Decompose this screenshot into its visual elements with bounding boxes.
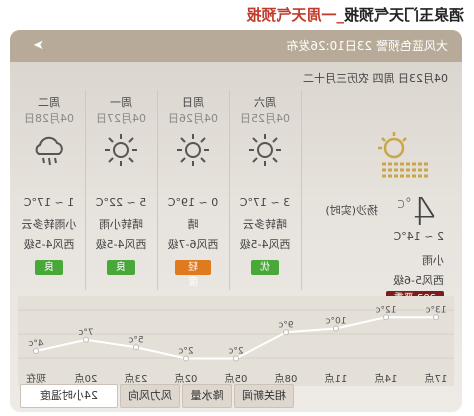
day-date: 04月25日 (240, 112, 290, 125)
tab-24h-temperature[interactable]: 24小时温度 (20, 384, 118, 408)
today-desc: 小雨 (422, 254, 444, 267)
temperature-point (433, 314, 439, 321)
temperature-point (33, 348, 39, 354)
weather-card: 大风蓝色预警 23日10:26发布 ➤ 04月23日 周四 农历三月十二 4°c… (10, 30, 462, 412)
forecast-day[interactable]: 周二 04月28日 1 ~ 17°C 小雨转多云 西风4-5级 良 (13, 90, 86, 290)
temperature-point (283, 329, 289, 336)
day-condition: 晴转小雨 (99, 218, 143, 231)
today-block: 4°c 扬沙(实时) 2 ~ 14°C 小雨 西风5-6级 393 严重 (300, 90, 458, 307)
day-date: 04月27日 (96, 112, 146, 125)
day-wind: 西风6-7级 (167, 238, 219, 251)
point-label: 12°c (376, 305, 397, 315)
tab-wind[interactable]: 风力风向 (120, 384, 180, 408)
point-label: 9°c (278, 320, 293, 330)
cloud-rain-icon (35, 136, 63, 166)
location-pin-icon: ➤ (33, 38, 44, 53)
day-range: 1 ~ 17°C (23, 196, 75, 209)
temperature-point (233, 355, 239, 362)
temperature-point (333, 325, 339, 332)
temperature-chart: 13°c 17点 12°c 14点 10°c 11点 9°c 08点 2°c 05点 2°c 02点 5… (18, 296, 454, 386)
current-temperature: 4°c (397, 190, 436, 234)
day-aqi-badge[interactable]: 轻度 (175, 260, 211, 288)
day-name: 周六 (254, 96, 276, 109)
headline-subtitle: _一周天气预报 (246, 6, 344, 24)
sun-icon (177, 134, 209, 166)
temperature-point (183, 355, 189, 362)
forecast-day[interactable]: 周六 04月25日 3 ~ 17°C 晴转多云 西风4-5级 优 (229, 90, 302, 290)
point-label: 4°c (28, 339, 43, 349)
day-name: 周日 (182, 96, 204, 109)
day-range: 0 ~ 19°C (167, 196, 219, 209)
day-aqi-badge[interactable]: 良 (107, 260, 135, 275)
temperature-point (383, 314, 389, 321)
temperature-point (133, 344, 139, 351)
headline-title: 酒泉玉门天气预报 (343, 6, 464, 24)
today-wind: 西风5-6级 (393, 274, 444, 287)
tab-news[interactable]: 相关新闻 (234, 384, 294, 408)
warning-bar[interactable]: 大风蓝色预警 23日10:26发布 ➤ (10, 30, 462, 62)
day-name: 周二 (38, 96, 60, 109)
current-condition: 扬沙(实时) (325, 204, 378, 217)
point-label: 2°c (228, 347, 243, 357)
day-aqi-badge[interactable]: 优 (251, 260, 279, 275)
point-label: 7°c (78, 328, 93, 338)
today-range: 2 ~ 14°C (393, 230, 444, 243)
day-name: 周一 (110, 96, 132, 109)
point-label: 2°c (178, 347, 193, 357)
current-temp-value: 4 (411, 190, 436, 234)
current-temp-unit: °c (397, 196, 412, 212)
page-headline: 酒泉玉门天气预报_一周天气预报 (0, 4, 464, 26)
forecast-day[interactable]: 周一 04月27日 5 ~ 22°C 晴转小雨 西风4-5级 良 (85, 90, 158, 290)
sun-icon (249, 134, 281, 166)
point-label: 5°c (128, 335, 143, 345)
tab-precipitation[interactable]: 降水量 (182, 384, 232, 408)
temperature-chart-svg: 13°c17点12°c14点10°c11点9°c08点2°c05点2°c02点5… (18, 305, 454, 385)
day-condition: 晴转多云 (243, 218, 287, 231)
chart-tabs: 相关新闻 降水量 风力风向 24小时温度 (18, 382, 454, 408)
point-label: 10°c (326, 317, 347, 327)
day-aqi-badge[interactable]: 良 (35, 260, 63, 275)
day-condition: 晴 (187, 218, 199, 231)
date-line: 04月23日 周四 农历三月十二 (303, 72, 448, 85)
temperature-point (83, 336, 89, 343)
day-wind: 西风4-5级 (23, 238, 75, 251)
sun-icon (105, 134, 137, 166)
day-range: 5 ~ 22°C (95, 196, 147, 209)
sun-haze-icon (378, 132, 428, 178)
day-wind: 西风4-5级 (95, 238, 147, 251)
day-date: 04月26日 (168, 112, 218, 125)
day-condition: 小雨转多云 (21, 218, 77, 231)
mirrored-weather-widget: 酒泉玉门天气预报_一周天气预报 大风蓝色预警 23日10:26发布 ➤ 04月2… (0, 0, 474, 416)
day-range: 3 ~ 17°C (239, 196, 291, 209)
day-wind: 西风4-5级 (239, 238, 291, 251)
point-label: 13°c (426, 305, 447, 315)
day-date: 04月28日 (24, 112, 74, 125)
forecast-day[interactable]: 周日 04月26日 0 ~ 19°C 晴 西风6-7级 轻度 (157, 90, 230, 290)
warning-text: 大风蓝色预警 23日10:26发布 (286, 39, 448, 53)
